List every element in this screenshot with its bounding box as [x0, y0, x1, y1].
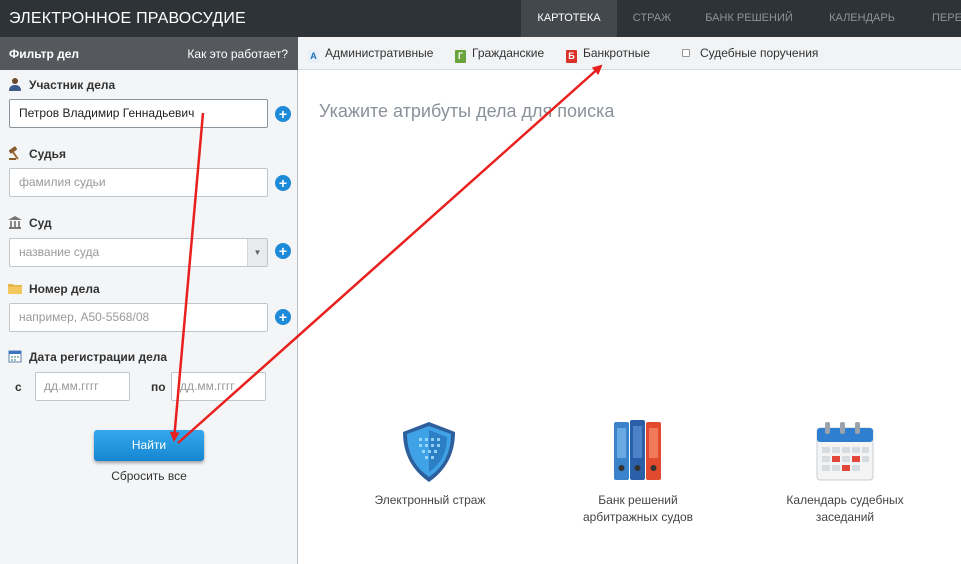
- court-select[interactable]: название суда ▼: [9, 238, 268, 267]
- service-decision-bank-line1: Банк решений: [598, 493, 678, 507]
- participant-label: Участник дела: [8, 77, 115, 92]
- shield-icon[interactable]: [401, 420, 457, 484]
- how-it-works-link[interactable]: Как это работает?: [187, 47, 288, 61]
- courthouse-icon: [8, 216, 22, 229]
- court-label-text: Суд: [29, 216, 52, 230]
- calendar-icon[interactable]: [815, 420, 875, 482]
- tab-bankruptcy-label: Банкротные: [583, 46, 650, 60]
- case-number-label: Номер дела: [8, 281, 100, 296]
- add-judge-button[interactable]: +: [275, 175, 291, 191]
- gavel-icon: [8, 146, 19, 160]
- nav-tab-kalendar[interactable]: КАЛЕНДАРЬ: [814, 0, 910, 37]
- judge-label-text: Судья: [29, 147, 67, 161]
- judge-label: Судья: [8, 146, 66, 161]
- administrative-icon: А: [308, 50, 319, 63]
- participant-label-text: Участник дела: [29, 78, 116, 92]
- service-decision-bank[interactable]: Банк решений арбитражных судов: [568, 492, 708, 526]
- civil-icon: Г: [455, 50, 466, 63]
- case-type-bar: А Административные Г Гражданские Б Банкротн…: [298, 37, 961, 70]
- bankruptcy-icon: Б: [566, 50, 577, 63]
- nav-tab-pere[interactable]: ПЕРЕ: [918, 0, 961, 37]
- app-title: ЭЛЕКТРОННОЕ ПРАВОСУДИЕ: [9, 10, 246, 27]
- date-to-label: по: [151, 380, 166, 394]
- service-electronic-guard[interactable]: Электронный страж: [360, 492, 500, 509]
- service-court-calendar-line2: заседаний: [815, 510, 875, 524]
- tab-civil-label: Гражданские: [472, 46, 545, 60]
- tab-civil[interactable]: Г Гражданские: [455, 37, 544, 70]
- search-hint: Укажите атрибуты дела для поиска: [319, 101, 615, 121]
- tab-court-orders-label: Судебные поручения: [700, 46, 819, 60]
- tab-bankruptcy[interactable]: Б Банкротные: [566, 37, 650, 70]
- service-court-calendar[interactable]: Календарь судебных заседаний: [775, 492, 915, 526]
- nav-tab-kartoteka[interactable]: КАРТОТЕКА: [521, 0, 617, 37]
- reg-date-label-text: Дата регистрации дела: [29, 350, 168, 364]
- tab-administrative-label: Административные: [325, 46, 434, 60]
- service-decision-bank-line2: арбитражных судов: [582, 510, 694, 524]
- filter-title: Фильтр дел: [9, 47, 80, 61]
- chevron-down-icon[interactable]: ▼: [247, 239, 267, 266]
- filter-header: Фильтр дел Как это работает?: [0, 37, 298, 70]
- binders-icon[interactable]: [613, 418, 663, 482]
- court-orders-icon: [682, 49, 690, 57]
- reset-all-link[interactable]: Сбросить все: [94, 469, 204, 483]
- court-label: Суд: [8, 215, 52, 230]
- folder-icon: [8, 284, 22, 294]
- add-participant-button[interactable]: +: [275, 106, 291, 122]
- find-button[interactable]: Найти: [94, 430, 204, 461]
- filter-panel: Участник дела Петров Владимир Геннадьеви…: [0, 70, 298, 564]
- tab-administrative[interactable]: А Административные: [308, 37, 433, 70]
- add-court-button[interactable]: +: [275, 243, 291, 259]
- calendar-small-icon: [8, 350, 22, 363]
- court-select-placeholder: название суда: [19, 245, 100, 259]
- service-court-calendar-line1: Календарь судебных: [786, 493, 904, 507]
- service-electronic-guard-label: Электронный страж: [374, 493, 486, 507]
- date-from-input[interactable]: дд.мм.гггг: [35, 372, 130, 401]
- case-number-label-text: Номер дела: [29, 282, 100, 296]
- reg-date-label: Дата регистрации дела: [8, 349, 167, 364]
- person-icon: [9, 78, 21, 91]
- case-number-input[interactable]: например, А50-5568/08: [9, 303, 268, 332]
- participant-input[interactable]: Петров Владимир Геннадьевич: [9, 99, 268, 128]
- date-from-label: с: [15, 380, 22, 394]
- judge-input[interactable]: фамилия судьи: [9, 168, 268, 197]
- add-case-number-button[interactable]: +: [275, 309, 291, 325]
- tab-court-orders[interactable]: Судебные поручения: [682, 37, 818, 70]
- date-to-input[interactable]: дд.мм.гггг: [171, 372, 266, 401]
- nav-tab-bank-resheniy[interactable]: БАНК РЕШЕНИЙ: [690, 0, 808, 37]
- nav-tab-strazh[interactable]: СТРАЖ: [617, 0, 687, 37]
- top-bar: ЭЛЕКТРОННОЕ ПРАВОСУДИЕ КАРТОТЕКА СТРАЖ Б…: [0, 0, 961, 37]
